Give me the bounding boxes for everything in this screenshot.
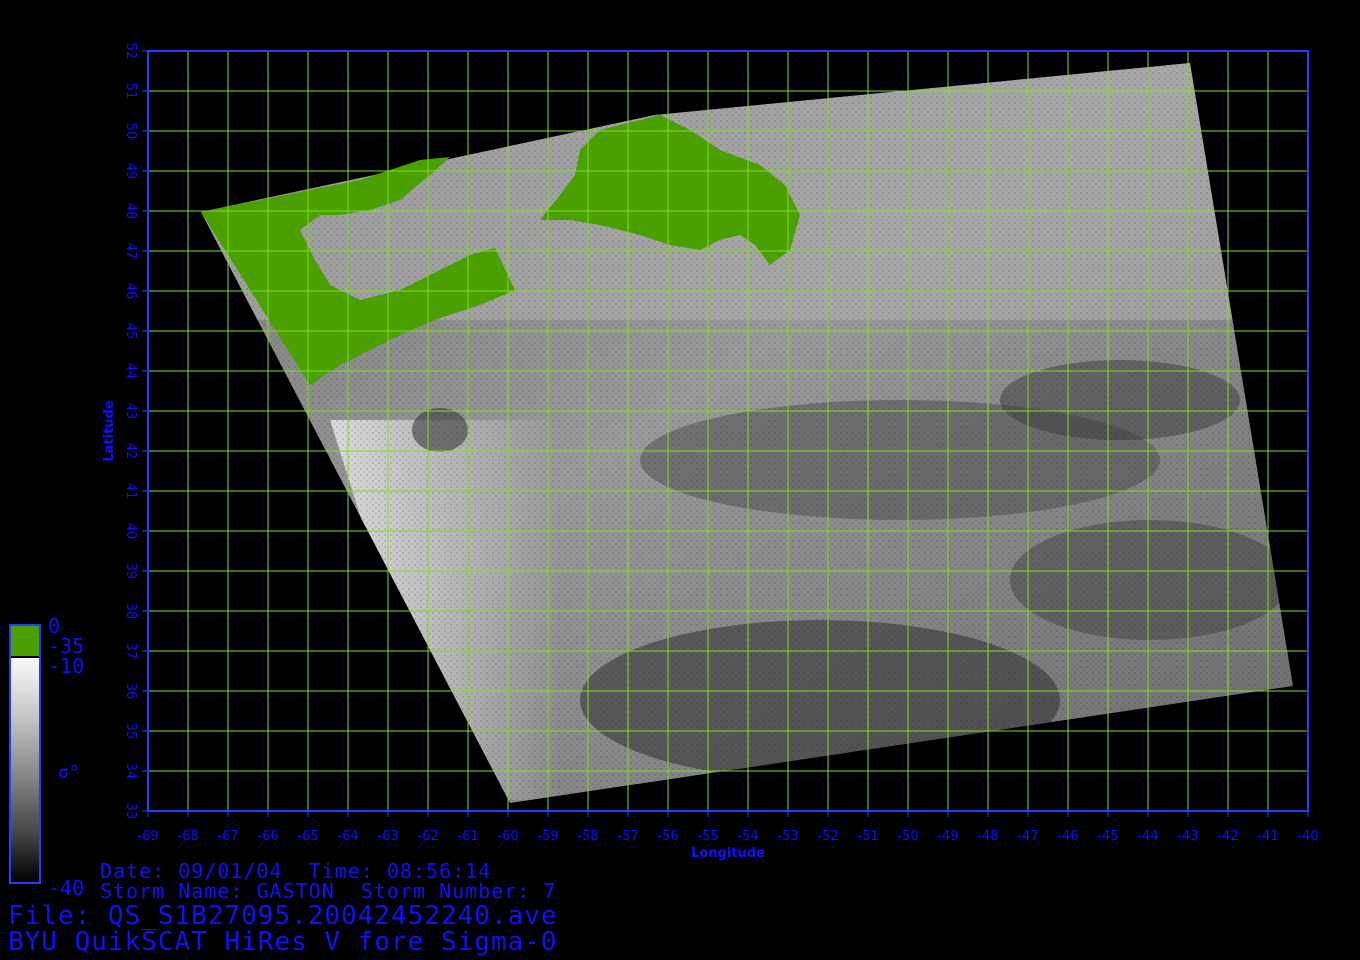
lon-tick-label: -43 <box>1177 829 1198 844</box>
colorbar-land-value: -35 <box>48 634 85 658</box>
lon-tick-label: -67 <box>217 829 238 844</box>
longitude-ticks: -69 -68 -67 -66 -65 -64 -63 -62 -61 -60 -59 -58 -57 -… <box>137 811 1319 844</box>
lon-tick-label: -60 <box>497 829 518 844</box>
date-time-text: Date: 09/01/04 Time: 08:56:14 <box>100 859 492 883</box>
colorbar-gradient <box>11 658 39 882</box>
lon-tick-label: -50 <box>897 829 918 844</box>
lon-tick-label: -45 <box>1097 829 1118 844</box>
colorbar-high-value: -10 <box>48 654 85 678</box>
lat-tick-label: 47 <box>123 243 138 260</box>
storm-info-text: Storm Name: GASTON Storm Number: 7 <box>100 879 557 903</box>
lat-tick-label: 38 <box>123 603 138 620</box>
lat-tick-label: 35 <box>123 723 138 740</box>
file-name-text: File: QS_S1B27095.20042452240.ave <box>8 901 558 931</box>
latitude-ticks: 33 34 35 36 37 38 39 40 41 42 43 44 45 46 47 48 49 50 51 52 <box>123 43 148 820</box>
lat-tick-label: 33 <box>123 803 138 820</box>
lat-tick-label: 44 <box>123 363 138 380</box>
lon-tick-label: -56 <box>657 829 678 844</box>
lat-tick-label: 49 <box>123 163 138 180</box>
colorbar-top-value: 0 <box>48 614 61 638</box>
map-canvas: -69 -68 -67 -66 -65 -64 -63 -62 -61 -60 -59 -58 -57 -… <box>102 43 1319 861</box>
lon-tick-label: -53 <box>777 829 798 844</box>
lat-tick-label: 36 <box>123 683 138 700</box>
lat-tick-label: 41 <box>123 483 138 500</box>
lon-tick-label: -62 <box>417 829 438 844</box>
lon-tick-label: -49 <box>937 829 958 844</box>
lon-tick-label: -54 <box>737 829 758 844</box>
lon-tick-label: -41 <box>1257 829 1278 844</box>
lon-tick-label: -59 <box>537 829 558 844</box>
lat-tick-label: 40 <box>123 523 138 540</box>
lat-tick-label: 45 <box>123 323 138 340</box>
lat-tick-label: 43 <box>123 403 138 420</box>
lon-tick-label: -55 <box>697 829 718 844</box>
lat-tick-label: 34 <box>123 763 138 780</box>
colorbar-bottom-value: -40 <box>48 876 85 900</box>
lon-tick-label: -51 <box>857 829 878 844</box>
colorbar-land-swatch <box>11 626 39 656</box>
lon-tick-label: -65 <box>297 829 318 844</box>
x-axis-label: Longitude <box>691 846 765 861</box>
lat-tick-label: 42 <box>123 443 138 460</box>
lon-tick-label: -57 <box>617 829 638 844</box>
lon-tick-label: -47 <box>1017 829 1038 844</box>
product-title-text: BYU QuikSCAT HiRes V fore Sigma-0 <box>8 927 558 957</box>
lat-tick-label: 51 <box>123 83 138 100</box>
sigma0-colorbar <box>9 624 41 884</box>
lat-tick-label: 50 <box>123 123 138 140</box>
lat-tick-label: 52 <box>123 43 138 60</box>
lon-tick-label: -58 <box>577 829 598 844</box>
lon-tick-label: -44 <box>1137 829 1158 844</box>
lat-tick-label: 46 <box>123 283 138 300</box>
lon-tick-label: -48 <box>977 829 998 844</box>
lon-tick-label: -64 <box>337 829 358 844</box>
colorbar-symbol: σ° <box>58 762 80 783</box>
lat-tick-label: 39 <box>123 563 138 580</box>
lon-tick-label: -40 <box>1297 829 1318 844</box>
lon-tick-label: -66 <box>257 829 278 844</box>
lat-tick-label: 37 <box>123 643 138 660</box>
lat-tick-label: 48 <box>123 203 138 220</box>
lon-tick-label: -42 <box>1217 829 1238 844</box>
lon-tick-label: -46 <box>1057 829 1078 844</box>
lon-tick-label: -63 <box>377 829 398 844</box>
y-axis-label: Latitude <box>102 400 117 462</box>
lon-tick-label: -61 <box>457 829 478 844</box>
lon-tick-label: -68 <box>177 829 198 844</box>
lon-tick-label: -52 <box>817 829 838 844</box>
lon-tick-label: -69 <box>137 829 158 844</box>
